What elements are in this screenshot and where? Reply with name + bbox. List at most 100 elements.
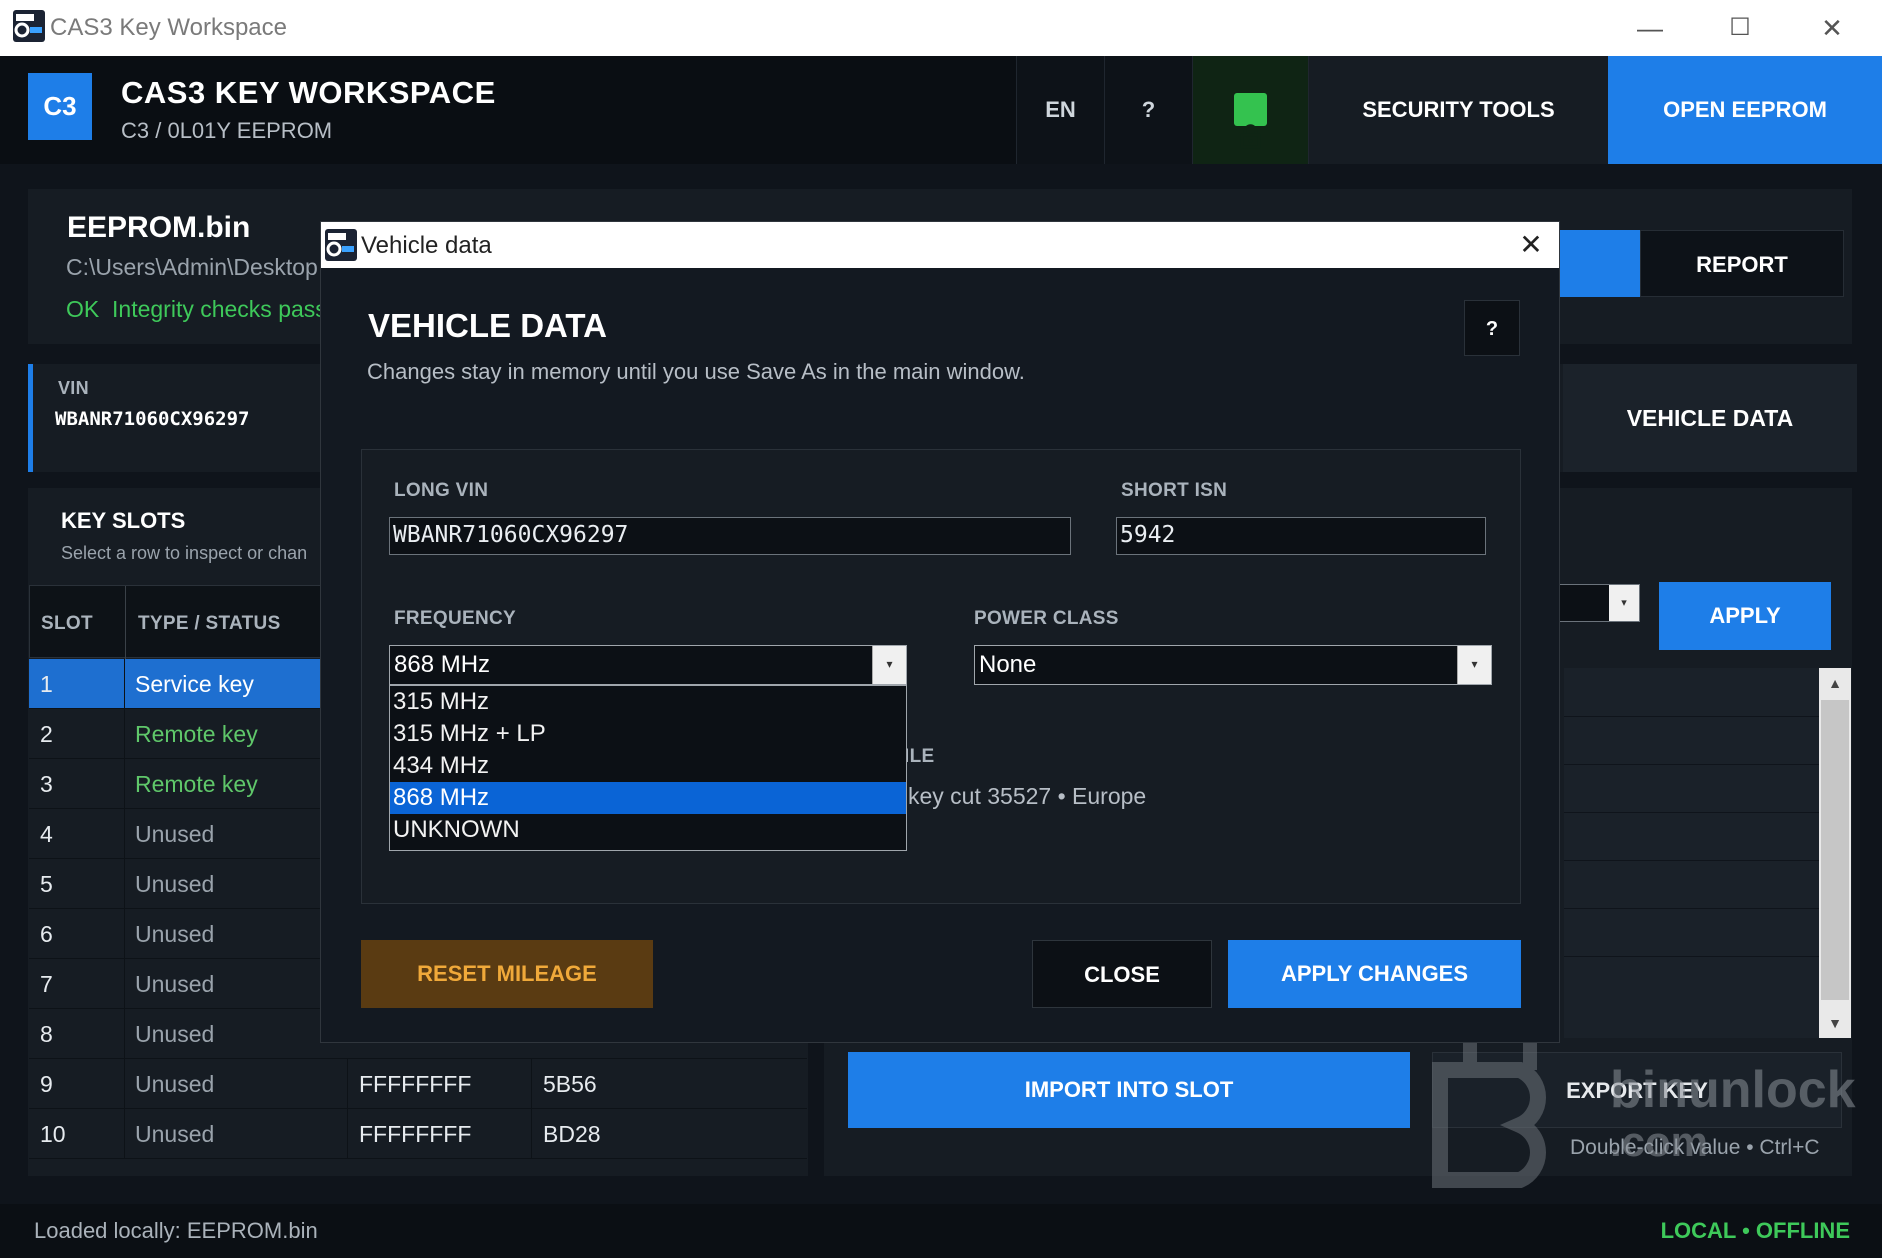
watermark-text: binunlock: [1610, 1061, 1856, 1119]
window-close-button[interactable]: ✕: [1804, 8, 1860, 48]
table-row[interactable]: 9 Unused FFFFFFFF 5B56: [29, 1059, 807, 1109]
dialog-title: Vehicle data: [361, 232, 492, 259]
slot-type: Unused: [135, 1121, 215, 1147]
apply-button[interactable]: APPLY: [1659, 582, 1831, 650]
security-tools-button[interactable]: SECURITY TOOLS: [1308, 56, 1608, 164]
vin-value: WBANR71060CX96297: [55, 408, 250, 430]
key-slots-hint: Select a row to inspect or chan: [61, 543, 308, 563]
power-class-value: None: [979, 651, 1037, 678]
slot-detail-list: [1564, 668, 1834, 1038]
frequency-option[interactable]: 315 MHz: [390, 686, 906, 718]
slot-number: 2: [40, 721, 53, 747]
slot-type: Unused: [135, 921, 215, 947]
long-vin-label: LONG VIN: [394, 480, 489, 501]
status-left: Loaded locally: EEPROM.bin: [34, 1218, 318, 1243]
profile-text: key cut 35527 • Europe: [908, 783, 1147, 809]
status-text: Integrity checks pass: [112, 296, 327, 322]
slot-number: 6: [40, 921, 53, 947]
slot-number: 3: [40, 771, 53, 797]
short-isn-label: SHORT ISN: [1121, 480, 1228, 501]
app-badge: C3: [28, 73, 92, 140]
app-subtitle: C3 / 0L01Y EEPROM: [121, 118, 333, 143]
vehicle-data-button[interactable]: VEHICLE DATA: [1563, 364, 1857, 472]
frequency-label: FREQUENCY: [394, 608, 516, 629]
security-lock-button[interactable]: [1192, 56, 1308, 164]
slot-type: Remote key: [135, 721, 258, 747]
slot-checksum: BD28: [543, 1121, 601, 1147]
power-class-label: POWER CLASS: [974, 608, 1119, 629]
status-bar: Loaded locally: EEPROM.bin LOCAL • OFFLI…: [0, 1204, 1882, 1258]
frequency-select[interactable]: 868 MHz ▾: [389, 645, 907, 685]
file-path: C:\Users\Admin\Desktop: [66, 254, 318, 280]
slot-number: 8: [40, 1021, 53, 1047]
file-name: EEPROM.bin: [67, 211, 251, 244]
col-slot: SLOT: [41, 613, 93, 634]
scroll-up-icon[interactable]: ▲: [1819, 668, 1851, 698]
slot-type: Unused: [135, 871, 215, 897]
slot-number: 9: [40, 1071, 53, 1097]
lock-icon: [1234, 93, 1267, 149]
apply-changes-button[interactable]: APPLY CHANGES: [1228, 940, 1521, 1008]
key-slots-title: KEY SLOTS: [61, 508, 186, 533]
slot-checksum: 5B56: [543, 1071, 597, 1097]
slot-number: 7: [40, 971, 53, 997]
frequency-value: 868 MHz: [394, 651, 491, 678]
col-divider: [125, 586, 126, 659]
open-eeprom-button[interactable]: OPEN EEPROM: [1608, 56, 1882, 164]
report-button[interactable]: REPORT: [1640, 230, 1844, 297]
dialog-help-button[interactable]: ?: [1464, 300, 1520, 356]
language-button[interactable]: EN: [1016, 56, 1104, 164]
frequency-option-selected[interactable]: 868 MHz: [390, 782, 906, 814]
app-logo-icon: [13, 10, 45, 42]
scrollbar[interactable]: ▲ ▼: [1819, 668, 1851, 1038]
slot-type: Unused: [135, 821, 215, 847]
app-title: CAS3 KEY WORKSPACE: [121, 75, 496, 110]
frequency-dropdown-list: 315 MHz 315 MHz + LP 434 MHz 868 MHz UNK…: [389, 685, 907, 851]
slot-type: Unused: [135, 971, 215, 997]
app-header: C3 CAS3 KEY WORKSPACE C3 / 0L01Y EEPROM …: [0, 56, 1882, 164]
slot-number: 10: [40, 1121, 66, 1147]
frequency-option[interactable]: UNKNOWN: [390, 814, 906, 846]
power-class-select[interactable]: None ▾: [974, 645, 1492, 685]
status-right: LOCAL • OFFLINE: [1660, 1218, 1850, 1243]
chevron-down-icon: ▾: [872, 646, 906, 684]
status-ok: OK: [66, 296, 100, 322]
slot-number: 1: [40, 671, 53, 697]
slot-type: Unused: [135, 1021, 215, 1047]
dialog-close-icon[interactable]: ✕: [1511, 226, 1551, 264]
dialog-heading: VEHICLE DATA: [368, 307, 607, 344]
frequency-option[interactable]: 434 MHz: [390, 750, 906, 782]
minimize-button[interactable]: —: [1622, 8, 1678, 48]
slot-number: 5: [40, 871, 53, 897]
scrollbar-thumb[interactable]: [1821, 700, 1849, 1000]
close-button[interactable]: CLOSE: [1032, 940, 1212, 1008]
slot-type: Remote key: [135, 771, 258, 797]
slot-type-combo[interactable]: ▾: [1554, 584, 1640, 622]
table-row[interactable]: 10 Unused FFFFFFFF BD28: [29, 1109, 807, 1159]
slot-id-value: FFFFFFFF: [359, 1071, 472, 1097]
long-vin-input[interactable]: WBANR71060CX96297: [389, 517, 1071, 555]
short-isn-input[interactable]: 5942: [1116, 517, 1486, 555]
frequency-option[interactable]: 315 MHz + LP: [390, 718, 906, 750]
vehicle-data-dialog: Vehicle data ✕ VEHICLE DATA ? Changes st…: [320, 221, 1560, 1043]
slot-number: 4: [40, 821, 53, 847]
vehicle-form: LONG VIN WBANR71060CX96297 SHORT ISN 594…: [361, 449, 1521, 904]
dialog-titlebar: Vehicle data ✕: [321, 222, 1559, 268]
vin-label: VIN: [58, 378, 89, 398]
slot-id-value: FFFFFFFF: [359, 1121, 472, 1147]
help-button[interactable]: ?: [1104, 56, 1192, 164]
dialog-description: Changes stay in memory until you use Sav…: [367, 359, 1025, 384]
watermark-domain: .com: [1610, 1118, 1709, 1165]
maximize-button[interactable]: ☐: [1712, 8, 1768, 48]
reset-mileage-button[interactable]: RESET MILEAGE: [361, 940, 653, 1008]
profile-label: ILE: [904, 746, 935, 767]
slot-type: Unused: [135, 1071, 215, 1097]
app-logo-icon: [325, 229, 357, 261]
chevron-down-icon: ▾: [1457, 646, 1491, 684]
window-title: CAS3 Key Workspace: [50, 14, 287, 41]
integrity-status: OK Integrity checks pass: [66, 296, 327, 323]
window-titlebar: CAS3 Key Workspace — ☐ ✕: [0, 0, 1882, 56]
import-into-slot-button[interactable]: IMPORT INTO SLOT: [848, 1052, 1410, 1128]
chevron-down-icon: ▾: [1609, 585, 1639, 621]
col-type-status: TYPE / STATUS: [138, 613, 281, 634]
